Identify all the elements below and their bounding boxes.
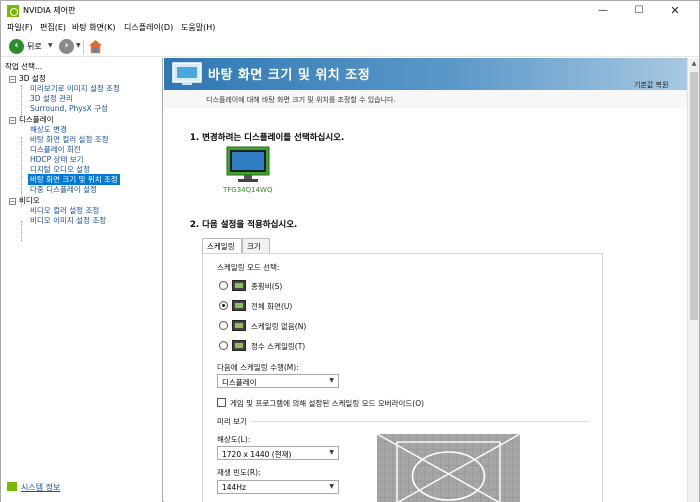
page-banner: 바탕 화면 크기 및 위치 조정 기본값 복원 [164, 58, 687, 90]
forward-dropdown-icon[interactable]: ▼ [76, 42, 81, 49]
collapse-icon[interactable]: − [9, 198, 16, 205]
task-tree-pane: 작업 선택... −3D 설정 미리보기로 이미지 설정 조정 3D 설정 관리… [1, 58, 163, 502]
perform-scaling-select[interactable]: 디스플레이 ▼ [217, 374, 339, 388]
resolution-select[interactable]: 1720 x 1440 (현재) ▼ [217, 446, 339, 460]
menu-file[interactable]: 파일(F) [7, 22, 33, 33]
menu-bar: 파일(F) 편집(E) 바탕 화면(K) 디스플레이(D) 도움말(H) [1, 21, 699, 37]
window-title: NVIDIA 제어판 [23, 6, 76, 15]
resolution-label: 해상도(L): [217, 435, 251, 444]
preview-divider [251, 421, 589, 422]
chevron-down-icon: ▼ [329, 483, 334, 490]
tab-size[interactable]: 크기 [242, 238, 270, 253]
override-label[interactable]: 게임 및 프로그램에 의해 설정된 스케일링 모드 오버라이드(O) [230, 398, 424, 409]
system-info-link[interactable]: 시스템 정보 [7, 482, 60, 493]
chevron-down-icon: ▼ [329, 449, 334, 456]
task-tree-header: 작업 선택... [5, 62, 43, 71]
monitor-icon[interactable] [226, 146, 270, 184]
radio-label[interactable]: 스케일링 없음(N) [251, 321, 306, 332]
content-pane: 바탕 화면 크기 및 위치 조정 기본값 복원 디스플레이에 대해 바탕 화면 … [164, 58, 699, 502]
nvidia-logo-icon [7, 5, 19, 17]
menu-desktop[interactable]: 바탕 화면(K) [72, 22, 115, 33]
tree-connector [21, 221, 22, 241]
toolbar-separator [83, 40, 84, 54]
monitor-label[interactable]: TFG34Q14WQ [223, 186, 272, 194]
toolbar: ‹ 뒤로 ▼ › ▼ [1, 37, 699, 57]
tree-item[interactable]: Surround, PhysX 구성 [30, 103, 108, 114]
radio-label[interactable]: 정수 스케일링(T) [251, 341, 305, 352]
back-dropdown-icon[interactable]: ▼ [48, 42, 53, 49]
page-title: 바탕 화면 크기 및 위치 조정 [208, 68, 371, 83]
radio-aspect-ratio[interactable] [219, 281, 228, 290]
no-scaling-icon [232, 320, 246, 331]
vertical-scrollbar[interactable]: ▲ [687, 58, 699, 502]
menu-display[interactable]: 디스플레이(D) [124, 22, 173, 33]
scroll-up-icon[interactable]: ▲ [688, 58, 699, 70]
scaling-mode-label: 스케일링 모드 선택: [217, 263, 280, 272]
radio-label[interactable]: 종횡비(S) [251, 281, 282, 292]
section-2-heading: 2. 다음 설정을 적용하십시오. [190, 220, 298, 230]
menu-edit[interactable]: 편집(E) [40, 22, 66, 33]
home-icon[interactable] [88, 39, 103, 54]
menu-help[interactable]: 도움말(H) [181, 22, 215, 33]
back-button-label[interactable]: 뒤로 [27, 41, 42, 52]
radio-no-scaling[interactable] [219, 321, 228, 330]
perform-scaling-label: 다음에 스케일링 수행(M): [217, 363, 299, 372]
minimize-button[interactable]: — [585, 1, 621, 21]
radio-full-screen[interactable] [219, 301, 228, 310]
preview-label: 미리 보기 [217, 417, 247, 426]
tree-item[interactable]: 다중 디스플레이 설정 [30, 184, 97, 195]
override-checkbox[interactable] [217, 398, 226, 407]
title-bar: NVIDIA 제어판 — ☐ ✕ [1, 1, 699, 21]
aspect-ratio-icon [232, 280, 246, 291]
refresh-rate-select[interactable]: 144Hz ▼ [217, 480, 339, 494]
collapse-icon[interactable]: − [9, 117, 16, 124]
refresh-rate-label: 재생 빈도(R): [217, 468, 261, 477]
radio-integer-scaling[interactable] [219, 341, 228, 350]
system-info-icon [7, 482, 17, 491]
close-button[interactable]: ✕ [657, 1, 693, 21]
full-screen-icon [232, 300, 246, 311]
scrollbar-thumb[interactable] [690, 72, 698, 320]
back-arrow-icon[interactable]: ‹ [9, 39, 24, 54]
scaling-tab-panel: 스케일링 모드 선택: 종횡비(S) 전체 화면(U) 스케일링 없음(N) 정… [202, 253, 603, 502]
forward-arrow-icon[interactable]: › [59, 39, 74, 54]
collapse-icon[interactable]: − [9, 76, 16, 83]
page-description: 디스플레이에 대해 바탕 화면 크기 및 위치를 조정할 수 있습니다. [206, 96, 396, 104]
scaling-preview-image [377, 434, 520, 502]
window: NVIDIA 제어판 — ☐ ✕ 파일(F) 편집(E) 바탕 화면(K) 디스… [0, 0, 700, 502]
desktop-size-icon [172, 62, 202, 85]
radio-label[interactable]: 전체 화면(U) [251, 301, 292, 312]
tab-scaling[interactable]: 스케일링 [202, 238, 242, 254]
integer-scaling-icon [232, 340, 246, 351]
maximize-button[interactable]: ☐ [621, 1, 657, 21]
restore-defaults-link[interactable]: 기본값 복원 [634, 80, 668, 90]
section-1-heading: 1. 변경하려는 디스플레이를 선택하십시오. [190, 133, 345, 143]
chevron-down-icon: ▼ [329, 377, 334, 384]
tree-item[interactable]: 비디오 이미지 설정 조정 [30, 215, 106, 226]
